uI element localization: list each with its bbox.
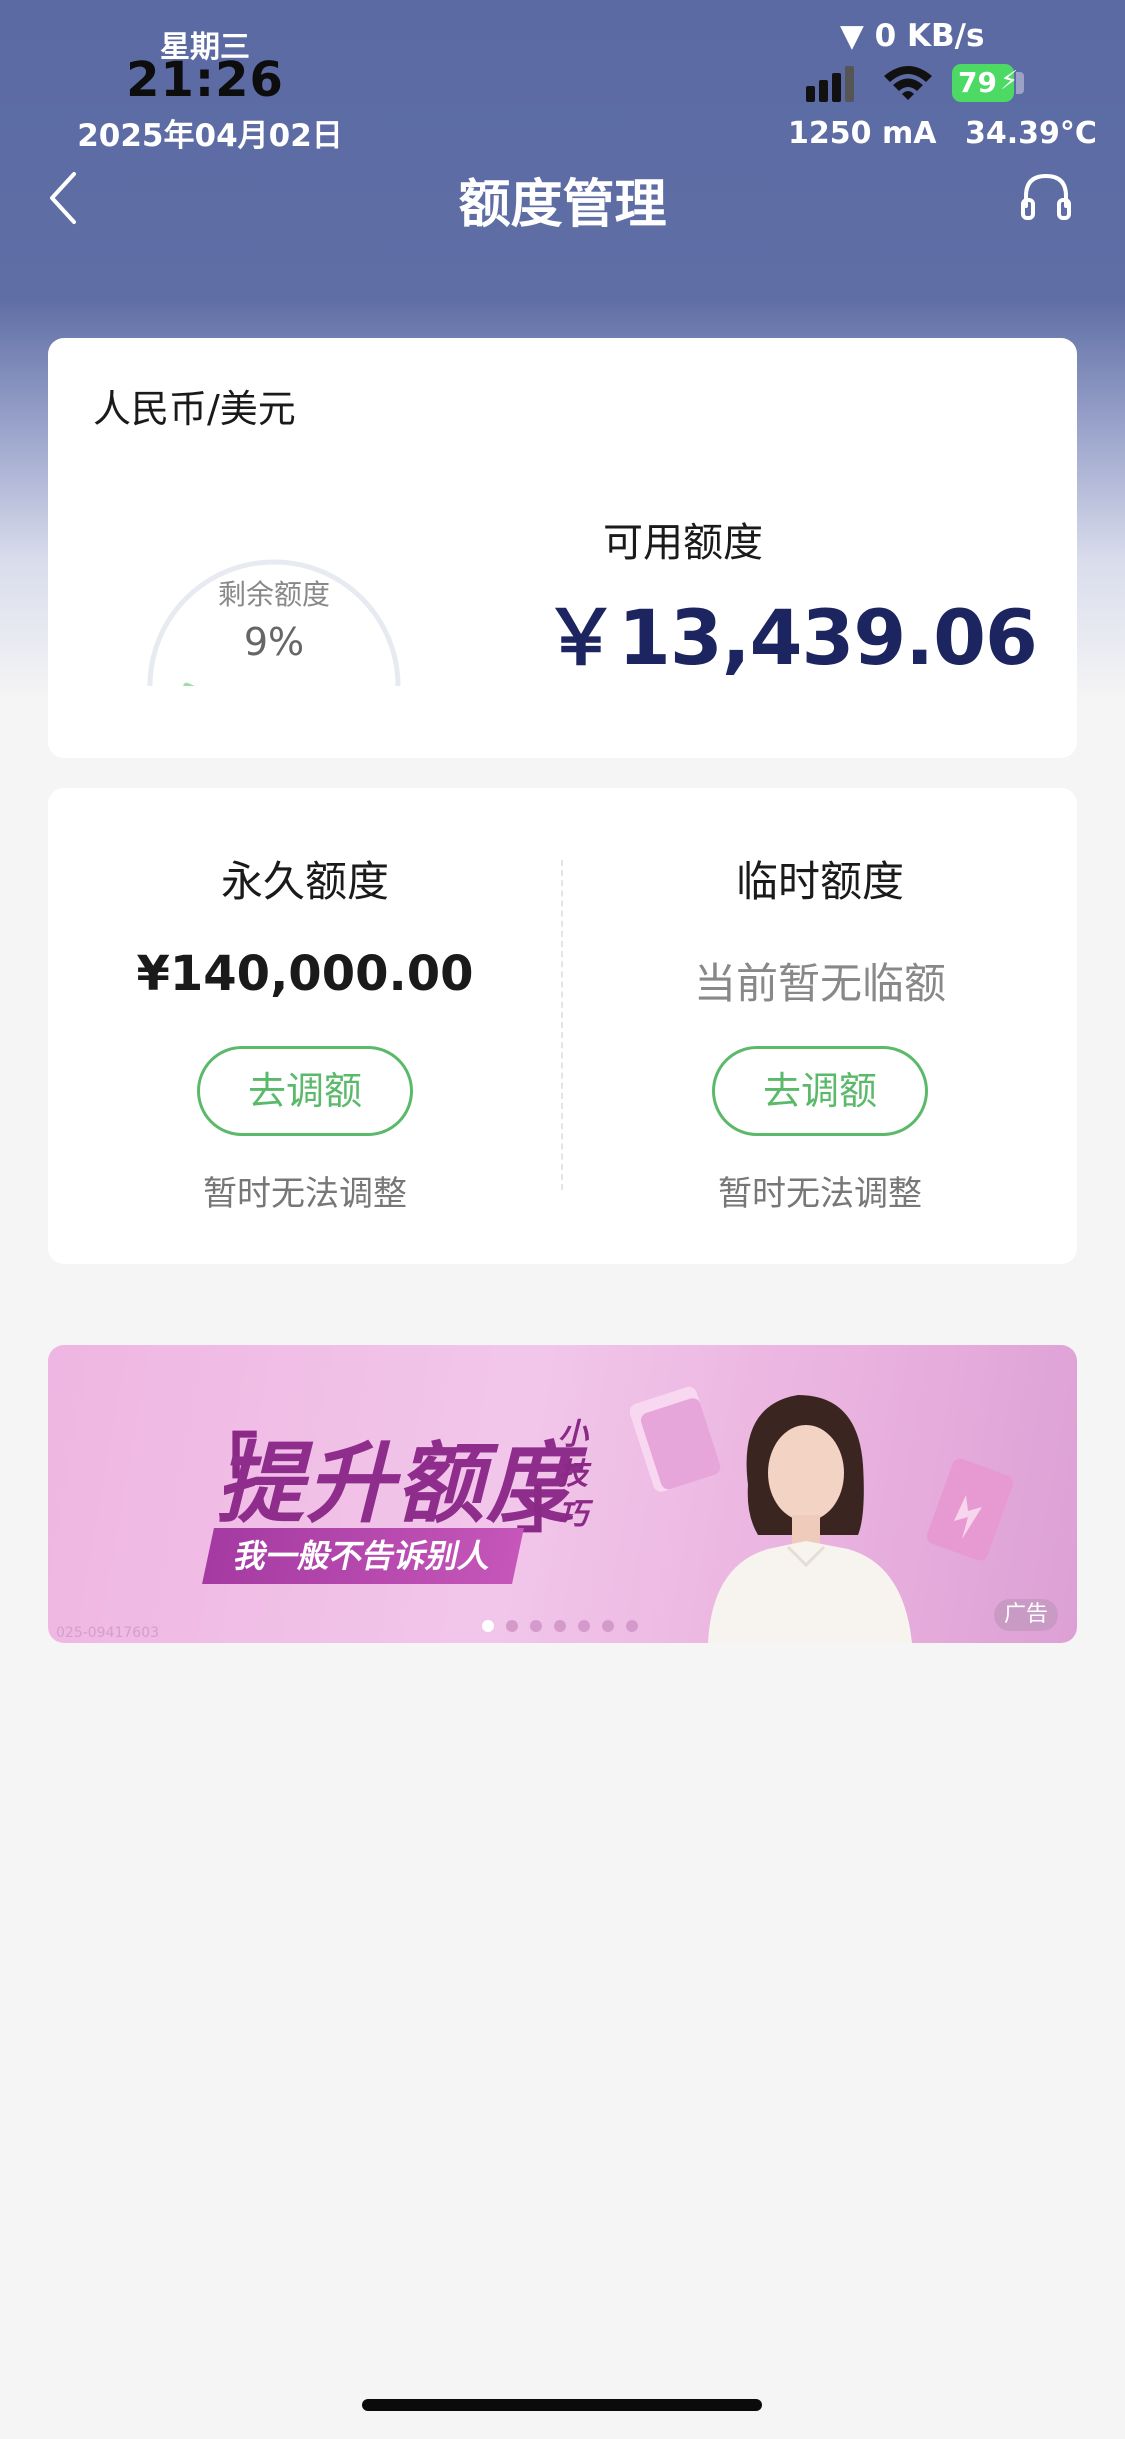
permanent-limit-title: 永久额度 — [220, 857, 389, 906]
available-limit-label: 可用额度 — [603, 520, 763, 566]
card-icon — [926, 1458, 1014, 1561]
permanent-limit-section: 永久额度 ¥140,000.00 去调额 暂时无法调整 — [48, 788, 562, 1264]
temporary-limit-section: 临时额度 当前暂无临额 去调额 暂时无法调整 — [563, 788, 1077, 1264]
permanent-limit-note: 暂时无法调整 — [203, 1174, 407, 1214]
limits-card: 永久额度 ¥140,000.00 去调额 暂时无法调整 临时额度 当前暂无临额 … — [48, 788, 1077, 1264]
temporary-limit-note: 暂时无法调整 — [718, 1174, 922, 1214]
banner-subtitle: 我一般不告诉别人 — [202, 1528, 524, 1584]
available-limit-amount: ￥13,439.06 — [543, 593, 1038, 682]
home-indicator[interactable] — [362, 2399, 762, 2411]
promo-banner[interactable]: 「 提升额度 」 小技巧 我一般不告诉别人 广告 025-09417603 — [48, 1345, 1077, 1643]
battery-current: 1250 mA — [788, 116, 937, 151]
status-time: 21:26 — [126, 52, 284, 108]
pagination-dot[interactable] — [482, 1620, 494, 1632]
pagination-dot[interactable] — [626, 1620, 638, 1632]
wifi-icon — [884, 66, 932, 100]
gauge-label: 剩余额度 — [217, 578, 330, 611]
adjust-temporary-limit-button[interactable]: 去调额 — [712, 1046, 928, 1136]
pagination-dot[interactable] — [578, 1620, 590, 1632]
pagination-dot[interactable] — [530, 1620, 542, 1632]
status-bar: 星期三 21:26 2025年04月02日 ▼ 0 KB/s 79 ⚡ 1250… — [0, 0, 1125, 160]
page-title: 额度管理 — [458, 175, 667, 235]
gauge-value: 9% — [243, 620, 305, 664]
ad-badge: 广告 — [994, 1599, 1058, 1631]
banner-person-image — [708, 1395, 912, 1643]
banner-small-text: 小技巧 — [558, 1417, 588, 1532]
pagination-dot[interactable] — [602, 1620, 614, 1632]
charging-bolt-icon: ⚡ — [1000, 66, 1019, 96]
signal-icon — [806, 66, 862, 102]
pagination-dot[interactable] — [554, 1620, 566, 1632]
status-date: 2025年04月02日 — [77, 118, 343, 154]
banner-code: 025-09417603 — [56, 1625, 160, 1641]
temporary-limit-value: 当前暂无临额 — [693, 959, 946, 1008]
network-speed: ▼ 0 KB/s — [840, 18, 985, 54]
currency-label: 人民币/美元 — [93, 387, 296, 431]
permanent-limit-value: ¥140,000.00 — [136, 946, 474, 1002]
adjust-permanent-limit-button[interactable]: 去调额 — [197, 1046, 413, 1136]
available-limit-card: 人民币/美元 剩余额度 9% 可用额度 ￥13,439.06 — [48, 338, 1077, 758]
pagination-dot[interactable] — [506, 1620, 518, 1632]
headphones-icon[interactable] — [1018, 168, 1074, 224]
temporary-limit-title: 临时额度 — [735, 857, 904, 906]
battery-temperature: 34.39°C — [965, 116, 1097, 151]
battery-level: 79 — [958, 66, 997, 99]
credit-limit-page: 星期三 21:26 2025年04月02日 ▼ 0 KB/s 79 ⚡ 1250… — [0, 0, 1125, 2439]
banner-pagination — [482, 1617, 650, 1632]
